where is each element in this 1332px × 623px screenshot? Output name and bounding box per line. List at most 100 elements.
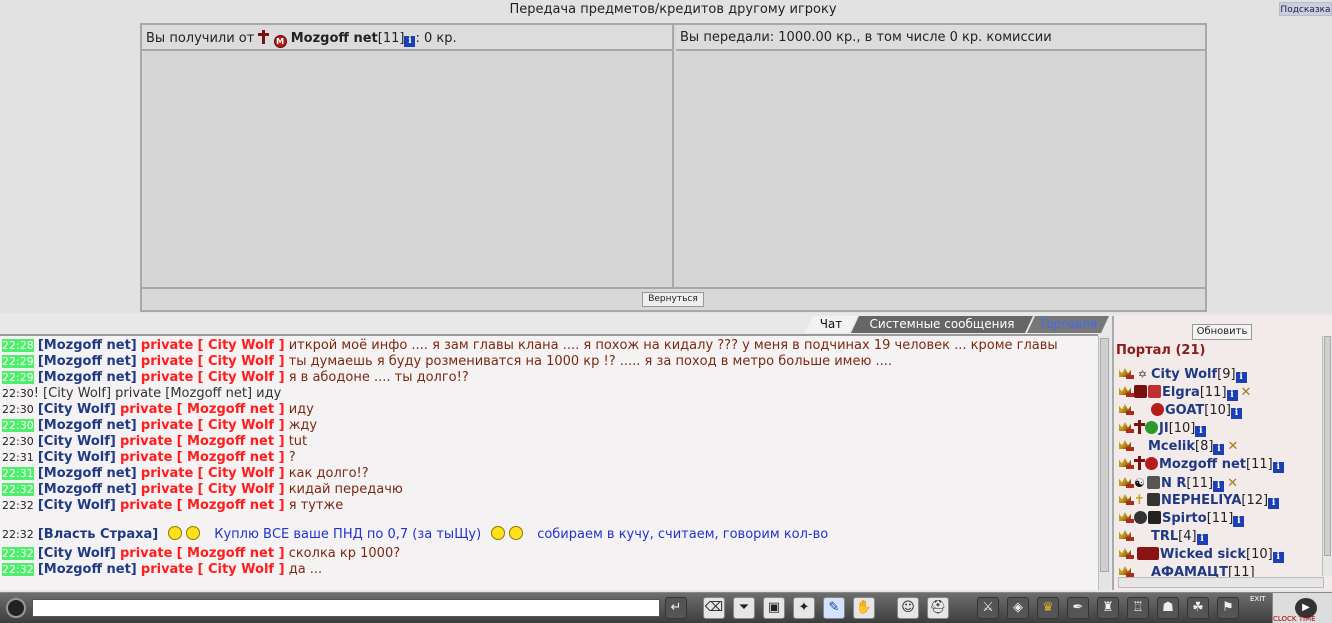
chat-recipient[interactable]: [ Mozgoff net ] — [177, 498, 285, 513]
chat-recipient[interactable]: [ Mozgoff net ] — [177, 434, 285, 449]
chat-recipient[interactable]: [ City Wolf ] — [197, 354, 284, 369]
scroll-icon[interactable]: ✒ — [1067, 597, 1089, 619]
user-name[interactable]: Mozgoff net — [1159, 457, 1246, 472]
chat-sender[interactable]: [City Wolf] — [38, 450, 116, 465]
castle-icon[interactable]: ♖ — [1127, 597, 1149, 619]
user-name[interactable]: Mcelik — [1148, 439, 1195, 454]
chat-sender[interactable]: [City Wolf] — [38, 402, 116, 417]
tab-system-messages[interactable]: Системные сообщения — [851, 316, 1033, 333]
info-icon[interactable]: i — [1272, 462, 1284, 473]
tab-trade[interactable]: Торговля — [1027, 316, 1109, 333]
tab-chat[interactable]: Чат — [805, 316, 857, 333]
info-icon[interactable]: i — [1233, 516, 1245, 527]
armor-icon[interactable]: ♜ — [1097, 597, 1119, 619]
private-message-icon[interactable] — [1118, 457, 1134, 470]
info-icon[interactable]: i — [1235, 372, 1247, 383]
walk-icon[interactable]: ✦ — [793, 597, 815, 619]
user-name[interactable]: NEPHELIYA — [1161, 493, 1241, 508]
chat-timestamp[interactable]: 22:29 — [2, 371, 34, 384]
chat-scrollbar-thumb[interactable] — [1100, 338, 1109, 572]
hint-button[interactable]: Подсказка — [1279, 2, 1332, 16]
chat-timestamp[interactable]: 22:28 — [2, 339, 34, 352]
gold-icon[interactable]: ♛ — [1037, 597, 1059, 619]
filter-icon[interactable]: ⏷ — [733, 597, 755, 619]
private-message-icon[interactable] — [1118, 421, 1134, 434]
sword-icon[interactable]: ⚔ — [977, 597, 999, 619]
online-horizontal-scrollbar[interactable] — [1118, 577, 1324, 588]
chat-timestamp[interactable]: 22:30 — [2, 387, 34, 400]
info-icon[interactable]: i — [404, 36, 416, 47]
user-name[interactable]: GOAT — [1165, 403, 1204, 418]
chat-sender[interactable]: [Mozgoff net] — [38, 482, 137, 497]
private-message-icon[interactable] — [1118, 547, 1134, 560]
user-name[interactable]: Wicked sick — [1160, 547, 1246, 562]
user-name[interactable]: N R — [1161, 476, 1186, 491]
chat-scrollbar[interactable] — [1098, 336, 1110, 590]
chat-sender[interactable]: [Mozgoff net] — [38, 418, 137, 433]
chat-recipient[interactable]: [ Mozgoff net ] — [177, 546, 285, 561]
info-icon[interactable]: i — [1213, 444, 1225, 455]
back-button[interactable]: Вернуться — [642, 292, 704, 307]
chat-recipient[interactable]: [ City Wolf ] — [197, 338, 284, 353]
private-message-icon[interactable] — [1118, 529, 1134, 542]
info-icon[interactable]: i — [1230, 408, 1242, 419]
private-message-icon[interactable] — [1118, 367, 1134, 380]
chat-timestamp[interactable]: 22:32 — [2, 547, 34, 560]
chat-timestamp[interactable]: 22:31 — [2, 451, 34, 464]
chat-sender[interactable]: [City Wolf] — [38, 498, 116, 513]
user-name[interactable]: TRL — [1151, 529, 1178, 544]
monitor-icon[interactable]: ▣ — [763, 597, 785, 619]
chat-sender[interactable]: [Mozgoff net] — [38, 370, 137, 385]
chat-sender[interactable]: [City Wolf] — [38, 434, 116, 449]
chat-timestamp[interactable]: 22:32 — [2, 563, 34, 576]
chat-sender[interactable]: [City Wolf] — [38, 546, 116, 561]
private-message-icon[interactable] — [1118, 476, 1134, 489]
user-name[interactable]: Elgra — [1162, 385, 1200, 400]
chat-recipient[interactable]: [ Mozgoff net ] — [177, 402, 285, 417]
private-message-icon[interactable] — [1118, 403, 1134, 416]
info-icon[interactable]: i — [1226, 390, 1238, 401]
chat-input[interactable] — [32, 599, 660, 617]
online-scrollbar[interactable] — [1322, 336, 1332, 576]
chat-timestamp[interactable]: 22:30 — [2, 435, 34, 448]
info-icon[interactable]: i — [1213, 481, 1225, 492]
chat-recipient[interactable]: [ City Wolf ] — [197, 418, 284, 433]
helmet-icon[interactable]: ⛑ — [927, 597, 949, 619]
enter-icon[interactable]: ↵ — [665, 597, 687, 619]
chat-timestamp[interactable]: 22:32 — [2, 499, 34, 512]
chat-timestamp[interactable]: 22:31 — [2, 467, 34, 480]
chat-recipient[interactable]: [ City Wolf ] — [197, 482, 284, 497]
private-message-icon[interactable] — [1118, 439, 1134, 452]
chat-sender[interactable]: [Власть Страха] — [38, 527, 158, 542]
info-icon[interactable]: i — [1272, 552, 1284, 563]
bag-icon[interactable]: ◈ — [1007, 597, 1029, 619]
chat-recipient[interactable]: [ City Wolf ] — [197, 370, 284, 385]
refresh-button[interactable]: Обновить — [1192, 324, 1252, 340]
eraser-icon[interactable]: ⌫ — [703, 597, 725, 619]
hand-icon[interactable]: ✋ — [853, 597, 875, 619]
chat-timestamp[interactable]: 22:30 — [2, 403, 34, 416]
chat-timestamp[interactable]: 22:30 — [2, 419, 34, 432]
info-icon[interactable]: i — [1268, 498, 1280, 509]
translit-icon[interactable]: ✎ — [823, 597, 845, 619]
sender-name[interactable]: Mozgoff net — [291, 31, 378, 46]
private-message-icon[interactable] — [1118, 511, 1134, 524]
info-icon[interactable]: i — [1195, 426, 1207, 437]
chat-sender[interactable]: [Mozgoff net] — [38, 354, 137, 369]
user-name[interactable]: City Wolf — [1151, 367, 1217, 382]
chat-timestamp[interactable]: 22:32 — [2, 528, 34, 541]
exit-label[interactable]: EXIT — [1250, 595, 1266, 603]
flag-icon[interactable]: ⚑ — [1217, 597, 1239, 619]
chat-recipient[interactable]: [ City Wolf ] — [197, 562, 284, 577]
chat-recipient[interactable]: [ Mozgoff net ] — [177, 450, 285, 465]
chat-mode-icon[interactable] — [6, 598, 26, 618]
chat-recipient[interactable]: [ City Wolf ] — [197, 466, 284, 481]
chat-timestamp[interactable]: 22:32 — [2, 483, 34, 496]
chat-sender[interactable]: [Mozgoff net] — [38, 466, 137, 481]
info-icon[interactable]: i — [1196, 534, 1208, 545]
chat-sender[interactable]: [Mozgoff net] — [38, 562, 137, 577]
user-name[interactable]: JI — [1159, 421, 1169, 436]
chat-sender[interactable]: [Mozgoff net] — [38, 338, 137, 353]
private-message-icon[interactable] — [1118, 385, 1134, 398]
group-icon[interactable]: ☗ — [1157, 597, 1179, 619]
